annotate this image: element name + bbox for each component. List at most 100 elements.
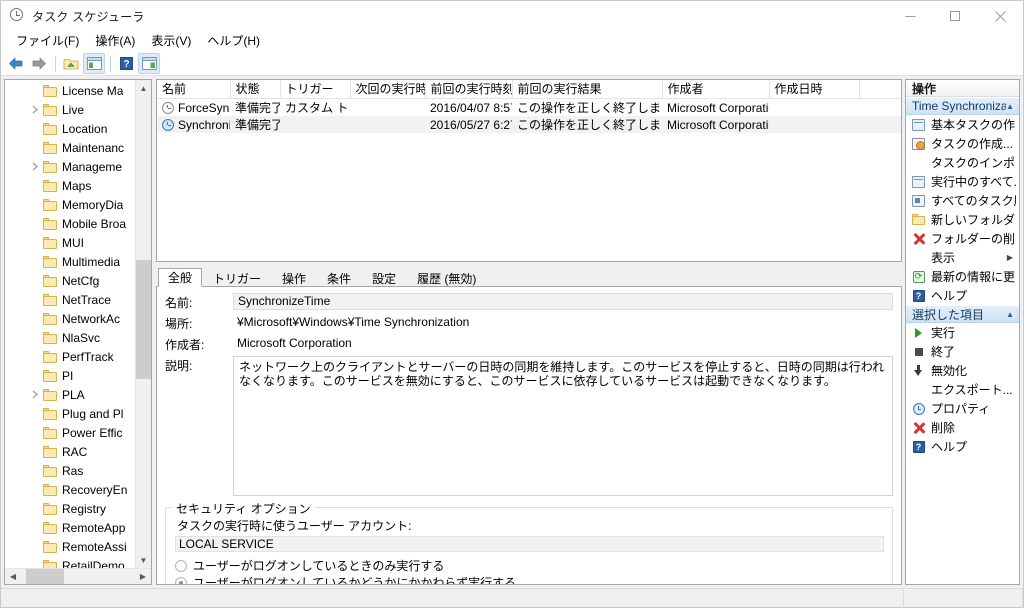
tree-item-label: MUI [62, 235, 84, 250]
tree-vertical-scrollbar[interactable]: ▲ ▼ [135, 80, 151, 568]
chevron-up-icon[interactable]: ▲ [1006, 102, 1014, 111]
scroll-left-icon[interactable]: ◀ [5, 569, 21, 585]
chevron-right-icon[interactable] [29, 385, 41, 404]
chevron-up-icon[interactable]: ▲ [1006, 310, 1014, 319]
tree-item[interactable]: MUI [5, 233, 135, 252]
maximize-button[interactable] [933, 1, 978, 31]
action-enable-all-history[interactable]: すべてのタスク履... [906, 191, 1019, 210]
radio-run-only-logged-on-icon[interactable] [175, 559, 187, 572]
tree-item[interactable]: NetworkAc [5, 309, 135, 328]
column-header[interactable]: トリガー [280, 80, 351, 99]
column-header[interactable]: 状態 [230, 80, 281, 99]
tree-item[interactable]: Location [5, 119, 135, 138]
radio-run-whether-logged-on-row[interactable]: ユーザーがログオンしているかどうかにかかわらず実行する [175, 574, 884, 584]
tree-item[interactable]: RemoteApp [5, 518, 135, 537]
tree-item[interactable]: Live [5, 100, 135, 119]
chevron-right-icon[interactable] [29, 100, 41, 119]
action-import-task[interactable]: タスクのインポー... [906, 153, 1019, 172]
help-button[interactable]: ? [115, 53, 137, 74]
tree-item[interactable]: RemoteAssi [5, 537, 135, 556]
tree-item[interactable]: PerfTrack [5, 347, 135, 366]
column-header[interactable]: 名前 [157, 80, 231, 99]
column-header[interactable]: 次回の実行時刻 [350, 80, 426, 99]
tree-item[interactable]: Maintenanc [5, 138, 135, 157]
scroll-down-icon[interactable]: ▼ [136, 552, 152, 568]
radio-run-whether-logged-on-icon[interactable] [175, 576, 187, 584]
forward-button[interactable] [28, 53, 50, 74]
action-run[interactable]: 実行 [906, 323, 1019, 342]
tree-item[interactable]: RAC [5, 442, 135, 461]
tree-vscroll-thumb[interactable] [135, 260, 151, 379]
back-button[interactable] [5, 53, 27, 74]
action-end[interactable]: 終了 [906, 342, 1019, 361]
action-view[interactable]: 表示 ▶ [906, 248, 1019, 267]
action-new-folder[interactable]: 新しいフォルダー... [906, 210, 1019, 229]
action-help-item[interactable]: ? ヘルプ [906, 437, 1019, 456]
action-delete[interactable]: 削除 [906, 418, 1019, 437]
close-button[interactable] [978, 1, 1023, 31]
tree-item[interactable]: Registry [5, 499, 135, 518]
action-export[interactable]: エクスポート... [906, 380, 1019, 399]
tree-horizontal-scrollbar[interactable]: ◀ ▶ [5, 568, 151, 584]
tree-item[interactable]: Power Effic [5, 423, 135, 442]
menu-view[interactable]: 表示(V) [144, 32, 200, 51]
tree-item[interactable]: Multimedia [5, 252, 135, 271]
column-header[interactable]: 作成者 [662, 80, 770, 99]
table-row[interactable]: ForceSynchr... 準備完了カスタム トリガー 2016/04/07 8:… [157, 99, 901, 117]
table-row[interactable]: Synchronize...準備完了 2016/05/27 6:27:18この操作… [157, 116, 901, 133]
action-pane-button[interactable] [138, 53, 160, 74]
tree-item[interactable]: Ras [5, 461, 135, 480]
console-tree-button[interactable] [83, 53, 105, 74]
tab-4[interactable]: 設定 [362, 268, 406, 287]
column-header[interactable]: 前回の実行結果 [512, 80, 663, 99]
tree-item[interactable]: NetCfg [5, 271, 135, 290]
minimize-button[interactable] [888, 1, 933, 31]
tree-item[interactable]: Manageme [5, 157, 135, 176]
action-help[interactable]: ? ヘルプ [906, 286, 1019, 305]
tree-list[interactable]: License Ma Live Location Maintenanc Manageme… [5, 80, 135, 568]
tree-item[interactable]: NlaSvc [5, 328, 135, 347]
actions-group-folder[interactable]: Time Synchronizati...▲ [906, 97, 1019, 115]
column-header[interactable] [859, 80, 901, 99]
action-delete-folder[interactable]: フォルダーの削除 [906, 229, 1019, 248]
tree-item[interactable]: PI [5, 366, 135, 385]
tree-item[interactable]: RecoveryEn [5, 480, 135, 499]
action-create-basic-task[interactable]: 基本タスクの作... [906, 115, 1019, 134]
tree-vscroll-track[interactable] [135, 96, 151, 552]
action-create-task[interactable]: タスクの作成... [906, 134, 1019, 153]
tab-0[interactable]: 全般 [158, 268, 203, 287]
chevron-right-icon[interactable] [29, 157, 41, 176]
action-item-label: プロパティ [931, 402, 991, 416]
up-folder-button[interactable] [60, 53, 82, 74]
scroll-up-icon[interactable]: ▲ [136, 80, 152, 96]
tree-item[interactable]: PLA [5, 385, 135, 404]
tree-item[interactable]: Maps [5, 176, 135, 195]
tree-item[interactable]: License Ma [5, 81, 135, 100]
tree-item[interactable]: Mobile Broa [5, 214, 135, 233]
scroll-right-icon[interactable]: ▶ [135, 569, 151, 585]
tree-hscroll-thumb[interactable] [25, 568, 65, 584]
menu-action[interactable]: 操作(A) [88, 32, 144, 51]
action-refresh[interactable]: ⟳ 最新の情報に更... [906, 267, 1019, 286]
tab-1[interactable]: トリガー [203, 268, 271, 287]
tree-hscroll-track[interactable] [21, 568, 135, 584]
tree-item[interactable]: Plug and Pl [5, 404, 135, 423]
radio-run-only-logged-on-row[interactable]: ユーザーがログオンしているときのみ実行する [175, 557, 884, 574]
task-status-cell: 準備完了 [230, 116, 280, 133]
actions-group-selected-item[interactable]: 選択した項目 ▲ [906, 305, 1019, 323]
action-display-running-tasks[interactable]: 実行中のすべて... [906, 172, 1019, 191]
tab-2[interactable]: 操作 [272, 268, 316, 287]
tab-5[interactable]: 履歴 (無効) [407, 268, 486, 287]
column-header[interactable]: 作成日時 [769, 80, 860, 99]
action-disable[interactable]: 無効化 [906, 361, 1019, 380]
tree-item[interactable]: NetTrace [5, 290, 135, 309]
tree-item-label: PerfTrack [62, 349, 114, 364]
column-header[interactable]: 前回の実行時刻 [425, 80, 513, 99]
menu-file[interactable]: ファイル(F) [9, 32, 88, 51]
menu-help[interactable]: ヘルプ(H) [200, 32, 269, 51]
task-description-value[interactable]: ネットワーク上のクライアントとサーバーの日時の同期を維持します。このサービスを停… [233, 356, 893, 496]
action-properties[interactable]: プロパティ [906, 399, 1019, 418]
tree-item[interactable]: MemoryDia [5, 195, 135, 214]
tree-item[interactable]: RetailDemo [5, 556, 135, 568]
tab-3[interactable]: 条件 [317, 268, 361, 287]
